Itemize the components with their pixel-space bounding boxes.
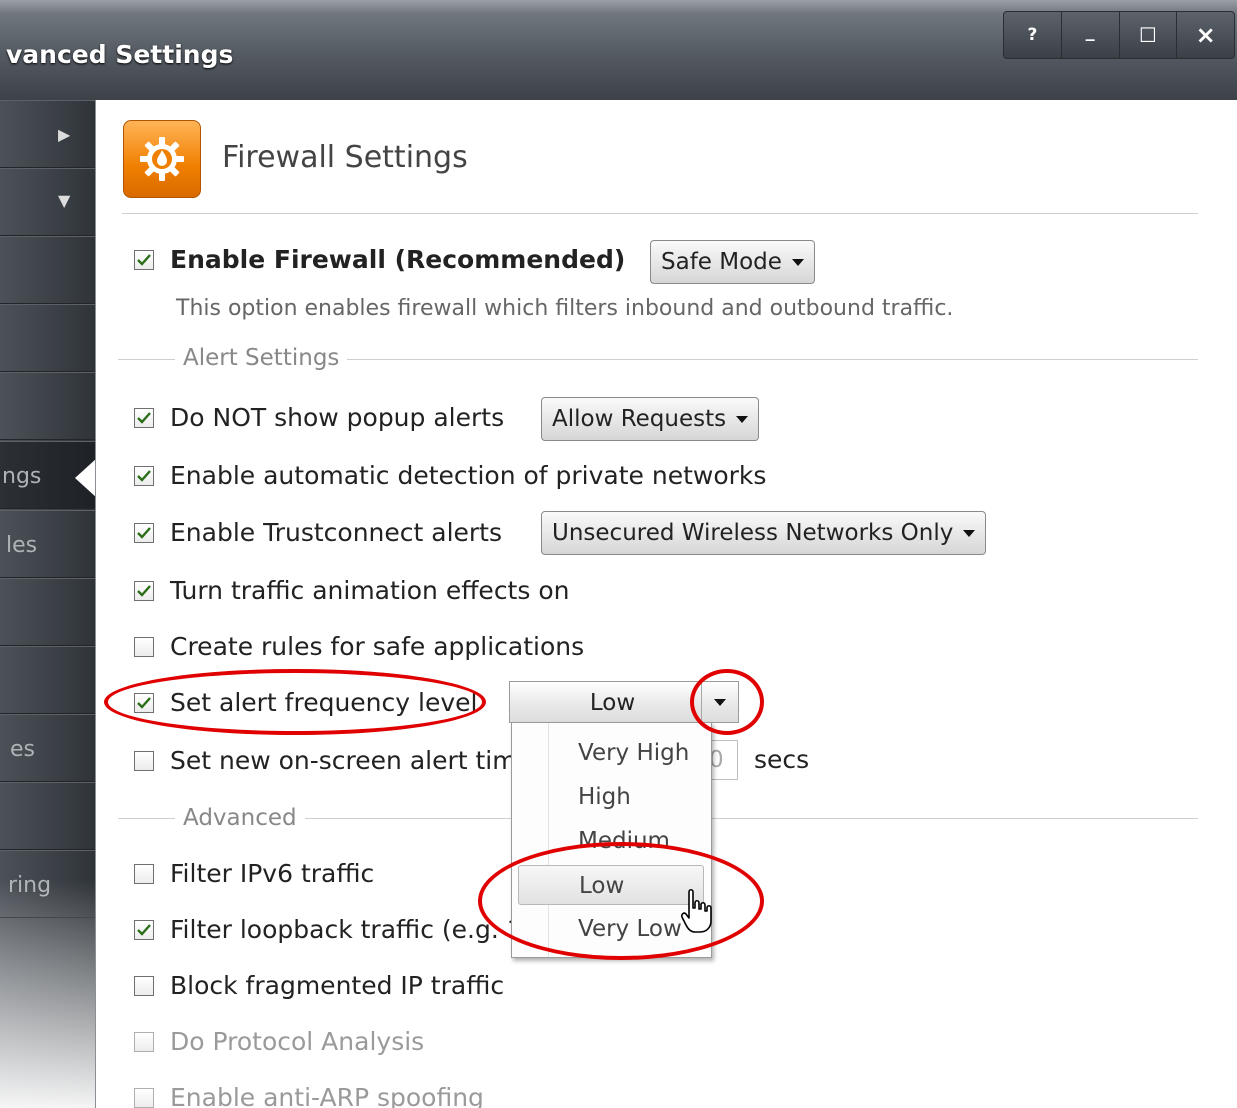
protocol-analysis-checkbox[interactable] <box>134 1031 154 1052</box>
private-networks-checkbox[interactable] <box>134 465 154 486</box>
enable-firewall-row: Enable Firewall (Recommended) <box>134 245 625 274</box>
chevron-down-icon <box>963 529 976 537</box>
ipv6-checkbox[interactable] <box>134 863 154 884</box>
firewall-mode-value: Safe Mode <box>661 249 782 275</box>
anti-arp-row: Enable anti-ARP spoofing <box>134 1083 484 1108</box>
help-button[interactable]: ? <box>1004 12 1061 58</box>
firewall-mode-dropdown[interactable]: Safe Mode <box>650 240 815 284</box>
check-icon <box>137 923 151 936</box>
sidebar-item-rules[interactable]: les <box>0 510 95 578</box>
chevron-down-icon <box>791 258 804 266</box>
check-icon <box>137 411 151 424</box>
page-title: Firewall Settings <box>222 140 468 175</box>
annotation-circle-low-option <box>478 842 764 960</box>
popup-alerts-value: Allow Requests <box>552 406 727 432</box>
chevron-down-icon: ▼ <box>58 191 71 210</box>
animation-checkbox[interactable] <box>134 580 154 601</box>
maximize-button[interactable]: ☐ <box>1118 12 1177 58</box>
title-bar[interactable]: vanced Settings ? _ ☐ × <box>0 0 1237 100</box>
sidebar-item-0[interactable]: ▶ <box>0 100 95 168</box>
sidebar-item-label: ngs <box>2 464 42 489</box>
chevron-right-icon: ▶ <box>58 125 71 144</box>
safe-rules-checkbox[interactable] <box>134 636 154 657</box>
check-icon <box>137 526 151 539</box>
sidebar-item-7[interactable] <box>0 578 95 646</box>
animation-row: Turn traffic animation effects on <box>134 576 569 605</box>
window-title: vanced Settings <box>6 40 234 69</box>
fragmented-checkbox[interactable] <box>134 975 154 996</box>
alert-timeout-checkbox[interactable] <box>134 750 154 771</box>
alert-timeout-unit: secs <box>754 745 810 774</box>
popup-alerts-label: Do NOT show popup alerts <box>170 403 505 432</box>
annotation-circle-frequency-label <box>104 669 486 735</box>
ipv6-row: Filter IPv6 traffic <box>134 859 374 888</box>
sidebar-fade <box>0 880 95 1108</box>
alert-timeout-row: Set new on-screen alert time <box>134 746 532 775</box>
sidebar-item-10[interactable] <box>0 782 95 850</box>
sidebar-item-1[interactable]: ▼ <box>0 168 95 236</box>
check-icon <box>137 469 151 482</box>
popup-alerts-row: Do NOT show popup alerts <box>134 403 504 432</box>
enable-firewall-label: Enable Firewall (Recommended) <box>170 245 626 274</box>
firewall-description: This option enables firewall which filte… <box>176 296 954 321</box>
anti-arp-label: Enable anti-ARP spoofing <box>170 1083 484 1108</box>
safe-rules-row: Create rules for safe applications <box>134 632 584 661</box>
private-networks-label: Enable automatic detection of private ne… <box>170 461 767 490</box>
header-divider <box>122 213 1198 214</box>
trustconnect-row: Enable Trustconnect alerts <box>134 518 502 547</box>
trustconnect-dropdown[interactable]: Unsecured Wireless Networks Only <box>541 511 987 555</box>
loopback-checkbox[interactable] <box>134 919 154 940</box>
trustconnect-label: Enable Trustconnect alerts <box>170 518 503 547</box>
firewall-gear-icon <box>123 120 201 198</box>
active-item-pointer <box>75 458 97 498</box>
annotation-circle-dropdown-button <box>690 669 764 735</box>
popup-alerts-dropdown[interactable]: Allow Requests <box>541 397 760 441</box>
trustconnect-value: Unsecured Wireless Networks Only <box>552 520 954 546</box>
loopback-label: Filter loopback traffic (e.g. 1 <box>170 915 523 944</box>
alert-settings-heading: Alert Settings <box>175 345 348 371</box>
hand-cursor-icon <box>681 888 712 933</box>
loopback-row: Filter loopback traffic (e.g. 1 <box>134 915 523 944</box>
minimize-button[interactable]: _ <box>1060 12 1119 58</box>
chevron-down-icon <box>736 415 749 423</box>
protocol-analysis-label: Do Protocol Analysis <box>170 1027 425 1056</box>
close-button[interactable]: × <box>1176 12 1234 58</box>
check-icon <box>137 253 151 266</box>
alert-frequency-value: Low <box>589 690 636 716</box>
sidebar-item-8[interactable] <box>0 646 95 714</box>
sidebar-item-4[interactable] <box>0 372 95 440</box>
option-very-high[interactable]: Very High <box>518 733 704 773</box>
advanced-settings-window: vanced Settings ? _ ☐ × ▶ ▼ ngs les es F… <box>0 0 1237 1108</box>
sidebar-item-3[interactable] <box>0 304 95 372</box>
trustconnect-checkbox[interactable] <box>134 522 154 543</box>
check-icon <box>137 584 151 597</box>
sidebar-item-label: es <box>10 737 35 762</box>
sidebar: ▶ ▼ ngs les es ring <box>0 100 95 1108</box>
window-controls: ? _ ☐ × <box>1003 11 1235 59</box>
safe-rules-label: Create rules for safe applications <box>170 632 585 661</box>
ipv6-label: Filter IPv6 traffic <box>170 859 375 888</box>
popup-alerts-checkbox[interactable] <box>134 407 154 428</box>
protocol-analysis-row: Do Protocol Analysis <box>134 1027 424 1056</box>
private-networks-row: Enable automatic detection of private ne… <box>134 461 766 490</box>
alert-timeout-label: Set new on-screen alert time <box>170 746 532 775</box>
anti-arp-checkbox[interactable] <box>134 1087 154 1108</box>
sidebar-item-label: les <box>6 533 38 558</box>
sidebar-item-9[interactable]: es <box>0 714 95 782</box>
sidebar-item-2[interactable] <box>0 236 95 304</box>
fragmented-row: Block fragmented IP traffic <box>134 971 504 1000</box>
animation-label: Turn traffic animation effects on <box>170 576 570 605</box>
advanced-heading: Advanced <box>175 805 305 831</box>
fragmented-label: Block fragmented IP traffic <box>170 971 505 1000</box>
option-high[interactable]: High <box>518 777 704 817</box>
enable-firewall-checkbox[interactable] <box>134 249 154 270</box>
